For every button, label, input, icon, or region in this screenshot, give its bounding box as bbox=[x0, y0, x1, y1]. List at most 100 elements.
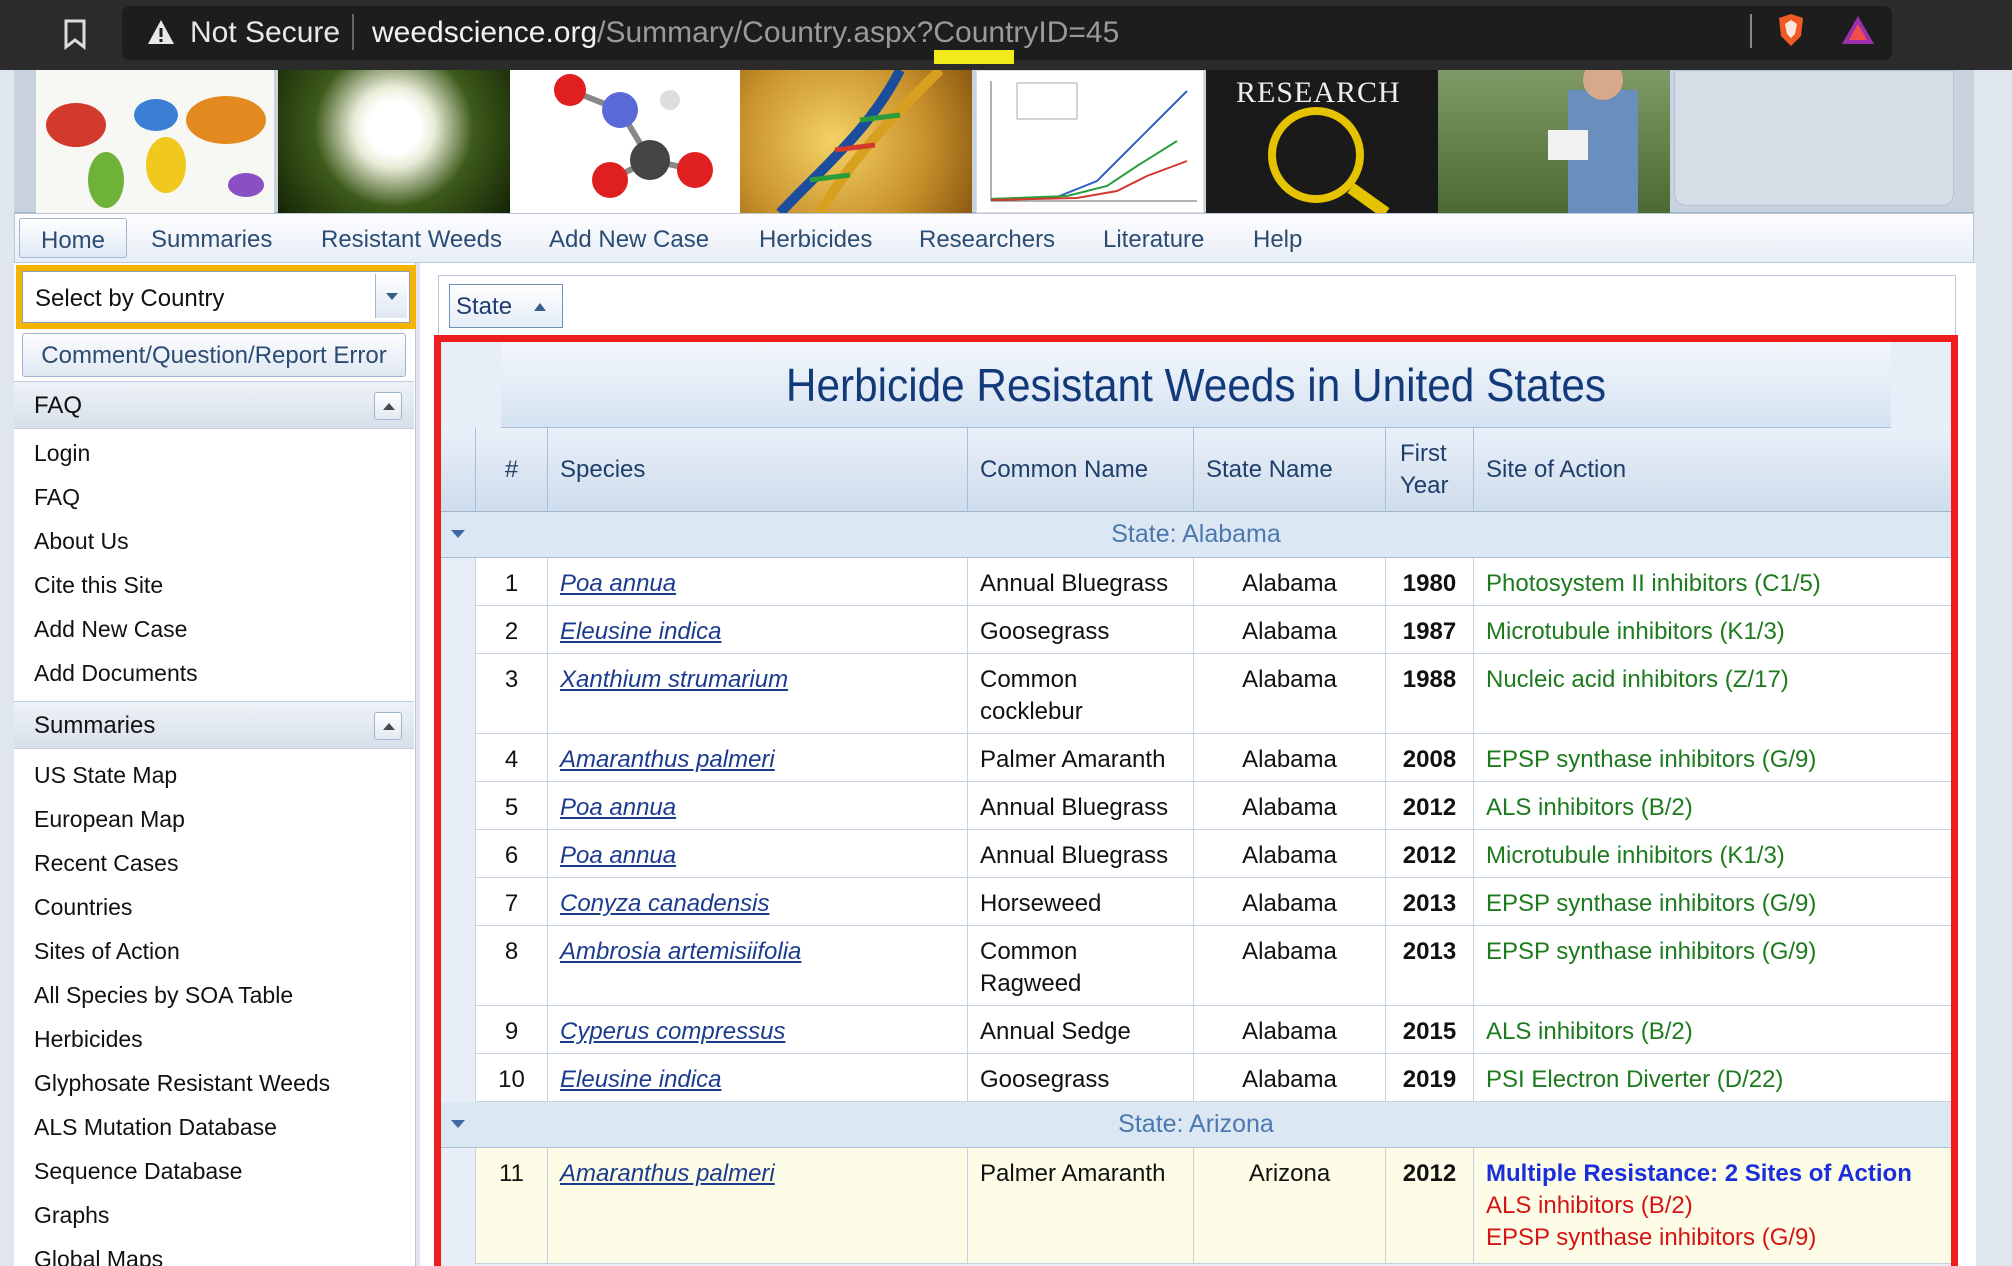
species-link[interactable]: Amaranthus palmeri bbox=[560, 746, 775, 773]
cell-state: Alabama bbox=[1193, 734, 1385, 781]
cell-state: Alabama bbox=[1193, 830, 1385, 877]
menu-herbicides[interactable]: Herbicides bbox=[759, 222, 872, 258]
sidebar-link-herbicides[interactable]: Herbicides bbox=[14, 1017, 414, 1061]
cell-common-name: Annual Bluegrass bbox=[967, 558, 1193, 605]
table-row: 7 Conyza canadensis Horseweed Alabama 20… bbox=[475, 878, 1951, 926]
cell-state: Alabama bbox=[1193, 926, 1385, 1005]
cell-first-year: 2008 bbox=[1385, 734, 1473, 781]
multiple-resistance-label[interactable]: Multiple Resistance: 2 Sites of Action bbox=[1486, 1158, 1939, 1190]
cell-site-of-action: EPSP synthase inhibitors (G/9) bbox=[1473, 878, 1951, 925]
cell-number: 10 bbox=[475, 1054, 547, 1101]
column-header-common-name[interactable]: Common Name bbox=[967, 428, 1193, 512]
cell-number: 7 bbox=[475, 878, 547, 925]
species-link[interactable]: Poa annua bbox=[560, 570, 676, 597]
url-path: /Summary/Country.aspx?CountryID=45 bbox=[597, 16, 1120, 49]
main-content: State Herbicide Resistant Weeds in Unite… bbox=[420, 263, 1976, 1266]
sidebar-link-european-map[interactable]: European Map bbox=[14, 797, 414, 841]
column-header-number[interactable]: # bbox=[475, 428, 547, 512]
faq-panel-header[interactable]: FAQ bbox=[14, 381, 414, 429]
column-header-state-name[interactable]: State Name bbox=[1193, 428, 1385, 512]
cell-common-name: Common cocklebur bbox=[967, 654, 1193, 733]
column-header-first-year[interactable]: First Year bbox=[1385, 428, 1473, 512]
sidebar-link-cite-this-site[interactable]: Cite this Site bbox=[14, 563, 414, 607]
banner-dna-image bbox=[740, 70, 972, 213]
sidebar-link-countries[interactable]: Countries bbox=[14, 885, 414, 929]
sidebar-link-als-mutation-database[interactable]: ALS Mutation Database bbox=[14, 1105, 414, 1149]
menu-resistant-weeds[interactable]: Resistant Weeds bbox=[321, 222, 502, 258]
highlight-frame: Herbicide Resistant Weeds in United Stat… bbox=[434, 335, 1958, 1266]
cell-common-name: Annual Sedge bbox=[967, 1006, 1193, 1053]
table-row: 2 Eleusine indica Goosegrass Alabama 198… bbox=[475, 606, 1951, 654]
species-link[interactable]: Ambrosia artemisiifolia bbox=[560, 938, 801, 965]
chevron-down-icon bbox=[386, 293, 398, 300]
main-menu: Home Summaries Resistant Weeds Add New C… bbox=[14, 213, 1974, 263]
sidebar-link-login[interactable]: Login bbox=[14, 431, 414, 475]
group-label: State: Arizona bbox=[1118, 1110, 1274, 1138]
sidebar-link-graphs[interactable]: Graphs bbox=[14, 1193, 414, 1237]
cell-species: Xanthium strumarium bbox=[547, 654, 967, 733]
sidebar-link-faq[interactable]: FAQ bbox=[14, 475, 414, 519]
cell-species: Poa annua bbox=[547, 558, 967, 605]
group-by-state-chip[interactable]: State bbox=[449, 284, 563, 328]
summaries-collapse-button[interactable] bbox=[374, 712, 402, 740]
sidebar-link-species-by-soa-table[interactable]: All Species by SOA Table bbox=[14, 973, 414, 1017]
cell-site-of-action: Microtubule inhibitors (K1/3) bbox=[1473, 606, 1951, 653]
sidebar-link-glyphosate-resistant-weeds[interactable]: Glyphosate Resistant Weeds bbox=[14, 1061, 414, 1105]
species-link[interactable]: Conyza canadensis bbox=[560, 890, 769, 917]
cell-common-name: Annual Bluegrass bbox=[967, 782, 1193, 829]
menu-add-new-case[interactable]: Add New Case bbox=[549, 222, 709, 258]
sidebar-link-global-maps[interactable]: Global Maps bbox=[14, 1237, 414, 1266]
banner-research-image: RESEARCH bbox=[1206, 70, 1438, 213]
comment-question-report-error-button[interactable]: Comment/Question/Report Error bbox=[22, 333, 406, 377]
group-row-arizona[interactable]: State: Arizona bbox=[441, 1102, 1951, 1148]
menu-researchers[interactable]: Researchers bbox=[919, 222, 1055, 258]
menu-summaries[interactable]: Summaries bbox=[151, 222, 272, 258]
species-link[interactable]: Xanthium strumarium bbox=[560, 666, 788, 693]
menu-help[interactable]: Help bbox=[1253, 222, 1302, 258]
cell-species: Ambrosia artemisiifolia bbox=[547, 926, 967, 1005]
sidebar-link-add-new-case[interactable]: Add New Case bbox=[14, 607, 414, 651]
cell-number: 6 bbox=[475, 830, 547, 877]
group-label: State: Alabama bbox=[1111, 520, 1281, 548]
summaries-panel-header[interactable]: Summaries bbox=[14, 701, 414, 749]
cell-state: Alabama bbox=[1193, 558, 1385, 605]
banner-graph-image bbox=[976, 70, 1204, 213]
cell-species: Cyperus compressus bbox=[547, 1006, 967, 1053]
species-link[interactable]: Eleusine indica bbox=[560, 1066, 721, 1093]
toolbar-separator bbox=[1750, 14, 1752, 48]
sidebar-link-add-documents[interactable]: Add Documents bbox=[14, 651, 414, 695]
country-select[interactable]: Select by Country bbox=[22, 271, 410, 323]
country-select-dropdown-button[interactable] bbox=[375, 274, 407, 318]
cell-number: 8 bbox=[475, 926, 547, 1005]
column-header-site-of-action[interactable]: Site of Action bbox=[1473, 428, 1951, 512]
cell-first-year: 2013 bbox=[1385, 926, 1473, 1005]
species-link[interactable]: Poa annua bbox=[560, 794, 676, 821]
species-link[interactable]: Poa annua bbox=[560, 842, 676, 869]
brave-rewards-icon[interactable] bbox=[1840, 14, 1876, 46]
faq-collapse-button[interactable] bbox=[374, 392, 402, 420]
group-row-alabama[interactable]: State: Alabama bbox=[441, 512, 1951, 558]
table-row: 9 Cyperus compressus Annual Sedge Alabam… bbox=[475, 1006, 1951, 1054]
sidebar-link-us-state-map[interactable]: US State Map bbox=[14, 753, 414, 797]
cell-common-name: Palmer Amaranth bbox=[967, 734, 1193, 781]
sidebar-link-about-us[interactable]: About Us bbox=[14, 519, 414, 563]
bookmark-icon[interactable] bbox=[62, 18, 88, 50]
sidebar-link-sites-of-action[interactable]: Sites of Action bbox=[14, 929, 414, 973]
brave-shield-icon[interactable] bbox=[1775, 12, 1807, 48]
browser-toolbar: Not Secure weedscience.org/Summary/Count… bbox=[0, 0, 2012, 70]
sidebar-link-sequence-database[interactable]: Sequence Database bbox=[14, 1149, 414, 1193]
banner-researcher-photo bbox=[1438, 70, 1670, 213]
url-text[interactable]: weedscience.org/Summary/Country.aspx?Cou… bbox=[372, 16, 1119, 50]
chevron-up-icon bbox=[383, 723, 395, 730]
grouping-bar: State bbox=[438, 275, 1956, 337]
species-link[interactable]: Eleusine indica bbox=[560, 618, 721, 645]
species-link[interactable]: Amaranthus palmeri bbox=[560, 1160, 775, 1187]
species-link[interactable]: Cyperus compressus bbox=[560, 1018, 785, 1045]
security-label[interactable]: Not Secure bbox=[190, 16, 340, 50]
menu-home[interactable]: Home bbox=[19, 218, 127, 258]
column-header-species[interactable]: Species bbox=[547, 428, 967, 512]
menu-literature[interactable]: Literature bbox=[1103, 222, 1204, 258]
sidebar-link-recent-cases[interactable]: Recent Cases bbox=[14, 841, 414, 885]
table-row: 11 Amaranthus palmeri Palmer Amaranth Ar… bbox=[475, 1148, 1951, 1264]
grid-title-text: Herbicide Resistant Weeds in United Stat… bbox=[785, 359, 1607, 411]
